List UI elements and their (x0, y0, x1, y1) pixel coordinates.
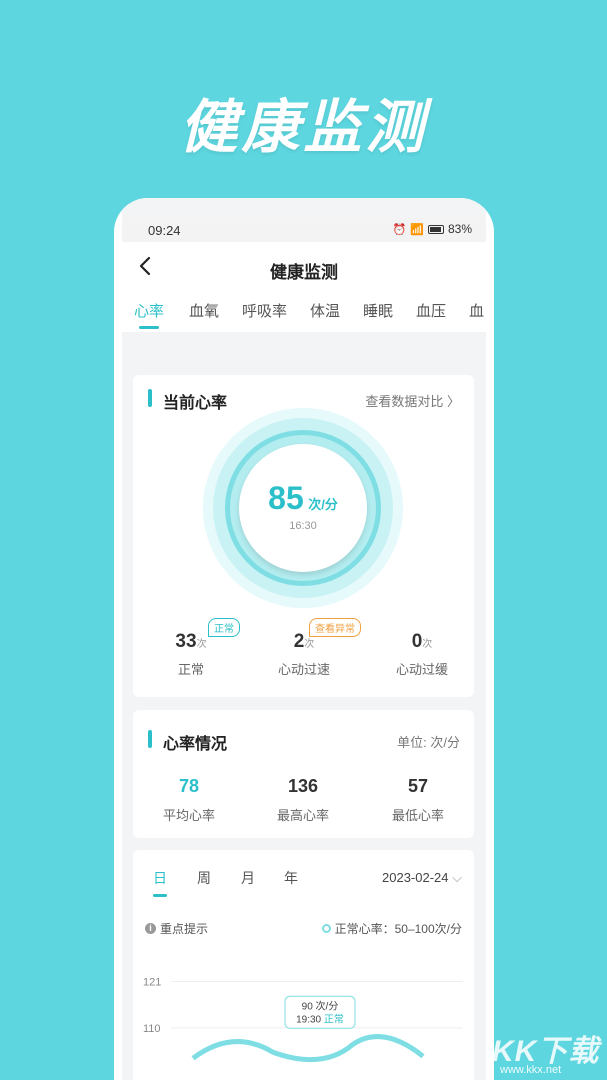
stat-tachycardia-unit: 次 (304, 639, 315, 650)
stat-tachycardia-label: 心动过速 (277, 662, 330, 677)
title-accent-bar (148, 389, 152, 407)
chevron-down-icon: ⌵ (452, 870, 462, 885)
hr-trend-card: 日 周 月 年 2023-02-24 ⌵ i 重点提示 正常心率：50–100次… (133, 850, 474, 1080)
watermark-url: www.kkx.net (500, 1064, 562, 1076)
hr-summary-title: 心率情况 (163, 736, 228, 753)
battery-icon (427, 224, 444, 234)
tab-more[interactable]: 血 (469, 300, 484, 321)
phone-frame: 09:24 ⏰ 📶 83% 健康监测 心率 血氧 呼吸率 体温 睡眠 血压 血 (114, 198, 494, 1080)
tab-temperature[interactable]: 体温 (310, 300, 340, 321)
period-tab-day[interactable]: 日 (153, 868, 167, 888)
tooltip-value: 90 次/分 (302, 999, 339, 1012)
stat-bradycardia-unit: 次 (422, 639, 433, 650)
stat-bradycardia-label: 心动过缓 (395, 662, 448, 677)
key-tip-label: 重点提示 (160, 922, 209, 936)
active-period-indicator (153, 894, 167, 897)
min-hr-value: 57 (407, 776, 429, 796)
period-tab-year[interactable]: 年 (284, 868, 298, 888)
tab-blood-oxygen[interactable]: 血氧 (189, 300, 219, 321)
hr-unit: 次/分 (308, 497, 338, 512)
avg-hr: 78 平均心率 (139, 776, 239, 824)
hr-value: 85 (268, 480, 304, 516)
stat-bradycardia-count: 0 (411, 631, 423, 652)
title-accent-bar (148, 730, 152, 748)
unit-label: 单位: 次/分 (397, 735, 460, 750)
period-tab-month[interactable]: 月 (241, 868, 255, 888)
status-time: 09:24 (148, 223, 181, 238)
y-tick-label: 121 (143, 976, 161, 988)
current-hr-card: 当前心率 查看数据对比 〉 85 次/分 16:30 正常 查看异常 33次 正… (133, 375, 474, 697)
current-hr-title: 当前心率 (163, 395, 228, 412)
hr-time: 16:30 (289, 520, 317, 532)
hr-series-line (191, 1034, 425, 1063)
normal-range-label: 正常心率：50–100次/分 (334, 922, 462, 936)
hero-title: 健康监测 (179, 93, 428, 161)
wifi-icon: 📶 (410, 223, 424, 236)
watermark: KK下载 www.kkx.net (492, 1022, 602, 1080)
tab-respiration[interactable]: 呼吸率 (242, 300, 287, 321)
status-icons: ⏰ 📶 83% (393, 222, 472, 236)
tab-sleep[interactable]: 睡眠 (363, 300, 393, 321)
selected-date: 2023-02-24 (382, 870, 449, 885)
tab-blood-pressure[interactable]: 血压 (416, 300, 446, 321)
stat-tachycardia: 2次 心动过速 (259, 631, 349, 678)
min-hr-label: 最低心率 (391, 808, 444, 823)
hr-trend-chart: 13712111090 次/分19:30 正常 (143, 976, 463, 1063)
tab-heart-rate[interactable]: 心率 (134, 300, 164, 321)
info-icon: i (145, 923, 156, 934)
page-title: 健康监测 (270, 263, 338, 282)
chart-tooltip: 90 次/分19:30 正常 (284, 995, 356, 1029)
min-hr: 57 最低心率 (368, 776, 468, 824)
legend-dot-icon (321, 924, 331, 933)
active-tab-indicator (139, 326, 159, 329)
max-hr: 136 最高心率 (253, 776, 353, 824)
stat-normal-label: 正常 (177, 662, 204, 677)
app-screen: 09:24 ⏰ 📶 83% 健康监测 心率 血氧 呼吸率 体温 睡眠 血压 血 (122, 198, 486, 1080)
avg-hr-value: 78 (178, 776, 200, 796)
hr-summary-card: 心率情况 单位: 次/分 78 平均心率 136 最高心率 57 最低心率 (133, 710, 474, 838)
max-hr-label: 最高心率 (276, 808, 329, 823)
date-selector[interactable]: 2023-02-24 ⌵ (382, 870, 462, 886)
stat-normal-count: 33 (175, 631, 197, 652)
battery-level: 83% (447, 222, 472, 236)
nav-bar: 健康监测 (122, 242, 486, 292)
tooltip-status: 正常 (324, 1012, 344, 1025)
hr-reading: 85 次/分 (239, 480, 367, 517)
status-bar: 09:24 ⏰ 📶 83% (122, 218, 486, 242)
tooltip-time: 19:30 正常 (296, 1012, 344, 1025)
alarm-icon: ⏰ (392, 223, 407, 236)
metric-tabs: 心率 血氧 呼吸率 体温 睡眠 血压 血 (122, 292, 486, 332)
normal-range-legend: 正常心率：50–100次/分 (321, 920, 462, 937)
stat-tachycardia-count: 2 (293, 631, 305, 652)
compare-data-link[interactable]: 查看数据对比 〉 (365, 391, 460, 410)
period-tab-week[interactable]: 周 (197, 868, 211, 888)
stat-bradycardia: 0次 心动过缓 (377, 631, 467, 678)
hr-dial: 85 次/分 16:30 (239, 444, 367, 572)
max-hr-value: 136 (287, 776, 319, 796)
y-tick-label: 110 (143, 1023, 161, 1035)
stat-normal-unit: 次 (196, 639, 207, 650)
key-tip[interactable]: i 重点提示 (145, 920, 208, 937)
avg-hr-label: 平均心率 (162, 808, 215, 823)
stat-normal: 33次 正常 (151, 631, 231, 678)
